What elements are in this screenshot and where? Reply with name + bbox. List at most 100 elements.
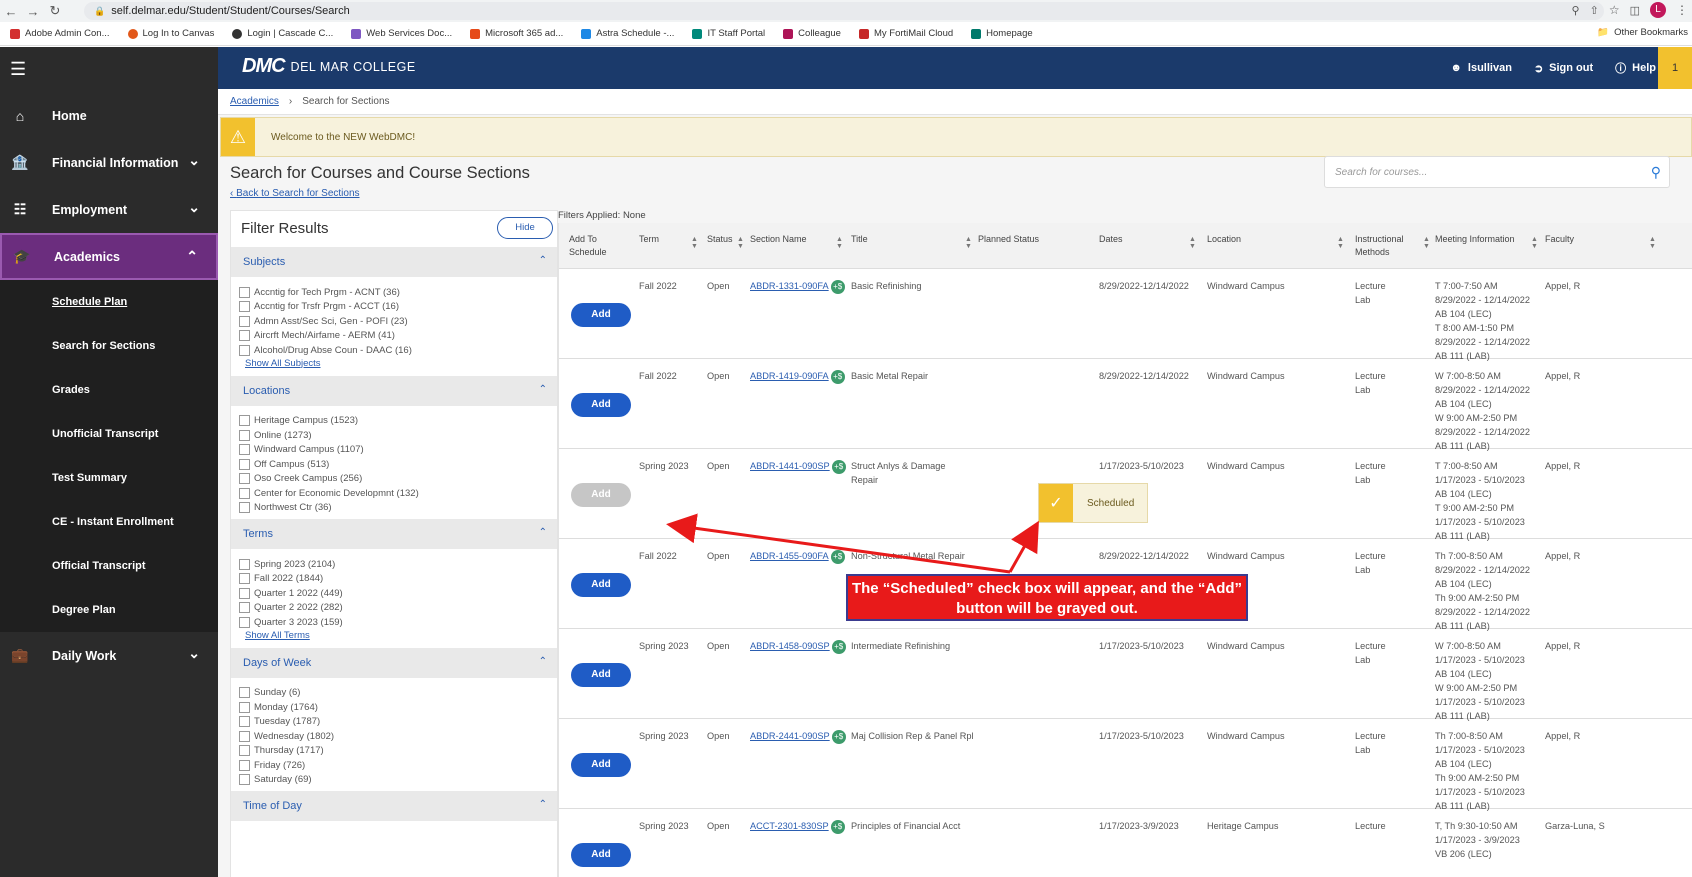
back-link[interactable]: ‹ Back to Search for Sections [230,188,360,199]
checkbox[interactable] [239,587,250,599]
submenu-grades[interactable]: Grades [0,368,218,412]
checkbox[interactable] [239,502,250,514]
submenu-ce-instant-enrollment[interactable]: CE - Instant Enrollment [0,500,218,544]
user-button[interactable]: ☻ lsullivan [1450,62,1512,74]
other-bookmarks[interactable]: 📁 Other Bookmarks [1597,27,1688,38]
bookmark-item[interactable]: Adobe Admin Con... [10,28,110,39]
checkbox[interactable] [239,444,250,456]
section-link[interactable]: ACCT-2301-830SP [750,821,829,831]
filter-option[interactable]: Tuesday (1787) [239,715,551,730]
filter-option[interactable]: Quarter 3 2023 (159) [239,615,551,630]
filter-option[interactable]: Saturday (69) [239,773,551,788]
sign-out-button[interactable]: ➲ Sign out [1534,62,1593,75]
filter-option[interactable]: Heritage Campus (1523) [239,414,551,429]
bookmark-item[interactable]: Astra Schedule -... [581,28,674,39]
filter-option[interactable]: Thursday (1717) [239,744,551,759]
sidebar-item-financial[interactable]: 🏦 Financial Information ⌄ [0,139,218,186]
filter-section-locations[interactable]: Locations ⌃ [231,375,557,406]
bookmark-item[interactable]: Homepage [971,28,1033,39]
submenu-search-sections[interactable]: Search for Sections [0,324,218,368]
filter-section-subjects[interactable]: Subjects ⌃ [231,247,557,277]
submenu-schedule-plan[interactable]: Schedule Plan [0,280,218,324]
profile-avatar[interactable]: L [1650,2,1666,18]
bookmark-item[interactable]: Microsoft 365 ad... [470,28,563,39]
submenu-official-transcript[interactable]: Official Transcript [0,544,218,588]
reload-icon[interactable]: ↻ [44,3,66,19]
show-all-terms-link[interactable]: Show All Terms [239,630,551,644]
section-link[interactable]: ABDR-1331-090FA [750,281,829,291]
checkbox[interactable] [239,558,250,570]
col-term[interactable]: Term ▲ ▼ [639,233,698,250]
bookmark-item[interactable]: Login | Cascade C... [232,28,333,39]
checkbox[interactable] [239,429,250,441]
share-icon[interactable]: ⇧ [1590,4,1599,17]
col-location[interactable]: Location ▲ ▼ [1207,233,1344,250]
filter-option[interactable]: Oso Creek Campus (256) [239,472,551,487]
checkbox[interactable] [239,716,250,728]
section-link[interactable]: ABDR-2441-090SP [750,731,830,741]
section-link[interactable]: ABDR-1458-090SP [750,641,830,651]
filter-section-terms[interactable]: Terms ⌃ [231,519,557,549]
section-link[interactable]: ABDR-1455-090FA [750,551,829,561]
col-meeting-information[interactable]: Meeting Information ▲ ▼ [1435,233,1538,250]
section-link[interactable]: ABDR-1441-090SP [750,461,830,471]
add-button[interactable]: Add [571,573,631,597]
bookmark-item[interactable]: Web Services Doc... [351,28,452,39]
help-button[interactable]: ⓘ Help [1615,60,1656,76]
show-all-subjects-link[interactable]: Show All Subjects [239,358,551,372]
checkbox[interactable] [239,415,250,427]
filter-option[interactable]: Off Campus (513) [239,457,551,472]
star-icon[interactable]: ☆ [1609,3,1620,17]
filter-option[interactable]: Spring 2023 (2104) [239,557,551,572]
filter-option[interactable]: Quarter 2 2022 (282) [239,601,551,616]
bookmark-item[interactable]: Log In to Canvas [127,28,214,39]
filter-option[interactable]: Windward Campus (1107) [239,443,551,458]
filter-option[interactable]: Aircrft Mech/Airfame - AERM (41) [239,329,551,344]
filter-option[interactable]: Accntig for Tech Prgm - ACNT (36) [239,285,551,300]
address-bar[interactable]: 🔒 self.delmar.edu/Student/Student/Course… [84,2,1604,20]
filter-option[interactable]: Accntig for Trsfr Prgm - ACCT (16) [239,300,551,315]
search-icon[interactable]: ⚲ [1651,164,1661,181]
col-faculty[interactable]: Faculty ▲ ▼ [1545,233,1656,250]
hamburger-menu-icon[interactable]: ☰ [0,47,218,92]
checkbox[interactable] [239,487,250,499]
checkbox[interactable] [239,286,250,298]
add-button[interactable]: Add [571,663,631,687]
filter-option[interactable]: Online (1273) [239,428,551,443]
checkbox[interactable] [239,701,250,713]
filter-section-days[interactable]: Days of Week ⌃ [231,647,557,678]
col-section-name[interactable]: Section Name ▲ ▼ [750,233,843,250]
checkbox[interactable] [239,745,250,757]
checkbox[interactable] [239,759,250,771]
course-search-input[interactable]: Search for courses... ⚲ [1324,156,1670,188]
kebab-menu-icon[interactable]: ⋮ [1676,3,1688,17]
sidebar-item-home[interactable]: ⌂ Home [0,92,218,139]
add-button[interactable]: Add [571,393,631,417]
checkbox[interactable] [239,774,250,786]
sidebar-item-academics[interactable]: 🎓 Academics ⌃ [0,233,218,280]
add-button[interactable]: Add [571,303,631,327]
col-dates[interactable]: Dates ▲ ▼ [1099,233,1196,250]
bookmark-item[interactable]: IT Staff Portal [692,28,765,39]
submenu-degree-plan[interactable]: Degree Plan [0,588,218,632]
zoom-icon[interactable]: ⚲ [1572,4,1580,17]
add-button[interactable]: Add [571,843,631,867]
section-link[interactable]: ABDR-1419-090FA [750,371,829,381]
sidebar-item-employment[interactable]: ☷ Employment ⌄ [0,186,218,233]
checkbox[interactable] [239,616,250,628]
filter-option[interactable]: Alcohol/Drug Abse Coun - DAAC (16) [239,343,551,358]
col-title[interactable]: Title ▲ ▼ [851,233,972,250]
filter-option[interactable]: Admn Asst/Sec Sci, Gen - POFI (23) [239,314,551,329]
checkbox[interactable] [239,730,250,742]
notification-badge[interactable]: 1 [1658,47,1692,89]
filter-option[interactable]: Wednesday (1802) [239,729,551,744]
checkbox[interactable] [239,687,250,699]
col-status[interactable]: Status ▲ ▼ [707,233,744,250]
filter-section-time-of-day[interactable]: Time of Day ⌃ [231,791,557,821]
bookmark-item[interactable]: My FortiMail Cloud [858,28,953,39]
checkbox[interactable] [239,344,250,356]
college-logo[interactable]: DMC DEL MAR COLLEGE [242,55,416,78]
filter-option[interactable]: Fall 2022 (1844) [239,572,551,587]
hide-filter-button[interactable]: Hide [497,217,553,239]
checkbox[interactable] [239,330,250,342]
